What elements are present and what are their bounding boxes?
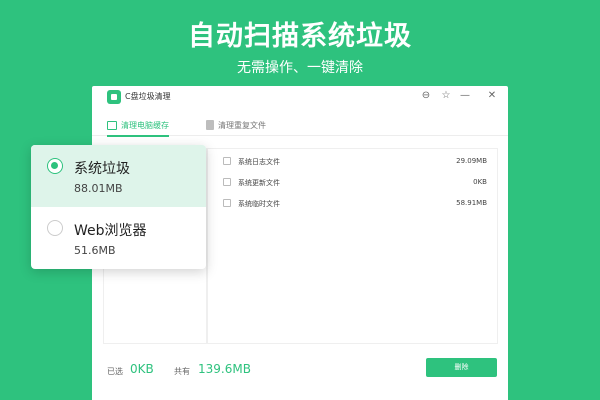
file-checkbox[interactable] — [223, 199, 231, 207]
category-size: 51.6MB — [74, 244, 116, 257]
file-name: 系统临时文件 — [238, 200, 280, 208]
radio-checked-icon[interactable] — [47, 158, 63, 174]
selected-size: 0KB — [130, 362, 154, 376]
category-item-system-junk[interactable]: 系统垃圾 88.01MB — [31, 145, 206, 207]
app-logo-icon — [107, 90, 121, 104]
tab-bar: 清理电脑缓存 清理重复文件 — [92, 114, 508, 137]
total-label: 共有 — [174, 367, 190, 376]
file-name: 系统日志文件 — [238, 158, 280, 166]
tab-clean-cache[interactable]: 清理电脑缓存 — [107, 114, 169, 137]
file-size: 29.09MB — [456, 157, 487, 165]
tab-label: 清理电脑缓存 — [121, 120, 169, 130]
file-checkbox[interactable] — [223, 178, 231, 186]
app-title: C盘垃圾清理 — [125, 92, 171, 101]
list-item[interactable]: 系统更新文件 0KB — [208, 174, 497, 190]
list-item[interactable]: 系统临时文件 58.91MB — [208, 195, 497, 211]
title-bar: C盘垃圾清理 ⊖ ☆ — ✕ — [92, 86, 508, 108]
file-list: 系统日志文件 29.09MB 系统更新文件 0KB 系统临时文件 58.91MB — [207, 148, 498, 344]
hero-title: 自动扫描系统垃圾 — [188, 21, 412, 52]
minimize-button[interactable]: — — [458, 89, 472, 103]
file-size: 0KB — [473, 178, 487, 186]
category-card: 系统垃圾 88.01MB Web浏览器 51.6MB — [31, 145, 206, 269]
hero-subtitle: 无需操作、一键清除 — [237, 60, 363, 76]
document-icon — [206, 120, 214, 130]
category-size: 88.01MB — [74, 182, 123, 195]
list-item[interactable]: 系统日志文件 29.09MB — [208, 153, 497, 169]
total-size: 139.6MB — [198, 362, 251, 376]
selected-label: 已选 — [107, 367, 123, 376]
file-checkbox[interactable] — [223, 157, 231, 165]
status-footer: 已选 0KB 共有 139.6MB 删除 — [92, 356, 508, 386]
file-name: 系统更新文件 — [238, 179, 280, 187]
feedback-icon[interactable]: ⊖ — [419, 89, 433, 103]
close-button[interactable]: ✕ — [485, 89, 499, 103]
monitor-icon — [107, 120, 117, 130]
delete-button[interactable]: 删除 — [426, 358, 497, 377]
category-name: 系统垃圾 — [74, 161, 130, 177]
tab-label: 清理重复文件 — [218, 120, 266, 130]
radio-unchecked-icon[interactable] — [47, 220, 63, 236]
tab-clean-duplicates[interactable]: 清理重复文件 — [206, 114, 266, 136]
file-size: 58.91MB — [456, 199, 487, 207]
star-icon[interactable]: ☆ — [439, 89, 453, 103]
category-item-web-browser[interactable]: Web浏览器 51.6MB — [31, 207, 206, 269]
category-name: Web浏览器 — [74, 223, 147, 239]
